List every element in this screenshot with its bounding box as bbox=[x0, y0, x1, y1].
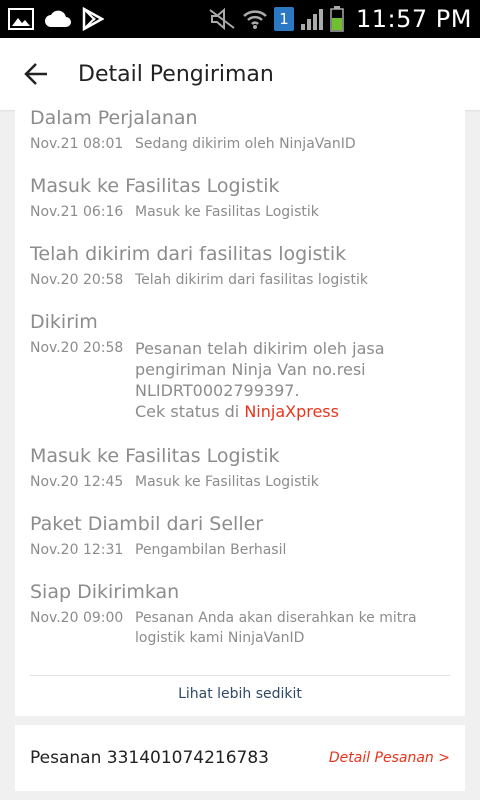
arrow-left-icon bbox=[24, 63, 47, 85]
divider bbox=[30, 675, 450, 676]
timeline-event: Telah dikirim dari fasilitas logistik No… bbox=[30, 240, 450, 290]
event-title: Masuk ke Fasilitas Logistik bbox=[30, 175, 280, 197]
event-description: Sedang dikirim oleh NinjaVanID bbox=[135, 136, 356, 152]
event-title: Paket Diambil dari Seller bbox=[30, 513, 264, 535]
tracking-timeline: Dalam Perjalanan Nov.21 08:01 Sedang dik… bbox=[15, 107, 465, 716]
event-description: Pengambilan Berhasil bbox=[135, 542, 287, 558]
event-time: Nov.20 12:31 bbox=[30, 542, 124, 558]
signal-icon bbox=[300, 7, 324, 31]
event-description: Telah dikirim dari fasilitas logistik bbox=[135, 272, 368, 288]
event-title: Siap Dikirimkan bbox=[30, 581, 180, 603]
mute-icon bbox=[208, 8, 236, 30]
event-description: Pesanan Anda akan diserahkan ke mitra lo… bbox=[135, 608, 417, 648]
timeline-event: Dikirim Nov.20 20:58 Pesanan telah dikir… bbox=[30, 308, 450, 422]
event-description-line: Pesanan Anda akan diserahkan ke mitra bbox=[135, 610, 417, 626]
order-summary: Pesanan 331401074216783 Detail Pesanan > bbox=[15, 725, 465, 791]
timeline-event: Masuk ke Fasilitas Logistik Nov.21 06:16… bbox=[30, 172, 450, 222]
event-time: Nov.20 20:58 bbox=[30, 340, 124, 356]
status-bar: 1 11:57 PM bbox=[0, 0, 480, 38]
event-time: Nov.20 09:00 bbox=[30, 610, 124, 626]
event-description-line: NLIDRT0002799397. bbox=[135, 381, 300, 400]
timeline-event: Siap Dikirimkan Nov.20 09:00 Pesanan And… bbox=[30, 578, 450, 648]
event-description-line: logistik kami NinjaVanID bbox=[135, 630, 305, 646]
event-time: Nov.21 06:16 bbox=[30, 204, 124, 220]
battery-icon bbox=[330, 6, 344, 32]
event-title: Dalam Perjalanan bbox=[30, 107, 198, 129]
order-number: Pesanan 331401074216783 bbox=[30, 748, 269, 768]
status-check-line: Cek status di NinjaXpress bbox=[135, 401, 385, 422]
play-store-icon bbox=[82, 7, 104, 31]
event-description: Masuk ke Fasilitas Logistik bbox=[135, 474, 319, 490]
event-title: Dikirim bbox=[30, 311, 98, 333]
order-detail-link[interactable]: Detail Pesanan > bbox=[329, 750, 450, 766]
event-description-line: Pesanan telah dikirim oleh jasa bbox=[135, 339, 385, 358]
page-title: Detail Pengiriman bbox=[78, 61, 274, 87]
event-title: Telah dikirim dari fasilitas logistik bbox=[30, 243, 347, 265]
ninjaxpress-link[interactable]: NinjaXpress bbox=[244, 402, 339, 421]
timeline-event: Dalam Perjalanan Nov.21 08:01 Sedang dik… bbox=[30, 104, 450, 154]
app-bar: Detail Pengiriman bbox=[0, 38, 480, 110]
gallery-icon bbox=[8, 8, 34, 30]
wifi-icon bbox=[242, 8, 268, 30]
event-description: Pesanan telah dikirim oleh jasa pengirim… bbox=[135, 338, 385, 422]
see-less-button[interactable]: Lihat lebih sedikit bbox=[15, 686, 465, 702]
event-description: Masuk ke Fasilitas Logistik bbox=[135, 204, 319, 220]
cloud-icon bbox=[44, 9, 72, 29]
event-time: Nov.20 20:58 bbox=[30, 272, 124, 288]
clock: 11:57 PM bbox=[356, 5, 472, 33]
status-prefix: Cek status di bbox=[135, 402, 245, 421]
event-title: Masuk ke Fasilitas Logistik bbox=[30, 445, 280, 467]
event-time: Nov.21 08:01 bbox=[30, 136, 124, 152]
timeline-event: Paket Diambil dari Seller Nov.20 12:31 P… bbox=[30, 510, 450, 560]
notification-badge: 1 bbox=[274, 7, 295, 31]
event-time: Nov.20 12:45 bbox=[30, 474, 124, 490]
back-button[interactable] bbox=[0, 38, 72, 110]
timeline-event: Masuk ke Fasilitas Logistik Nov.20 12:45… bbox=[30, 442, 450, 492]
event-description-line: pengiriman Ninja Van no.resi bbox=[135, 360, 366, 379]
